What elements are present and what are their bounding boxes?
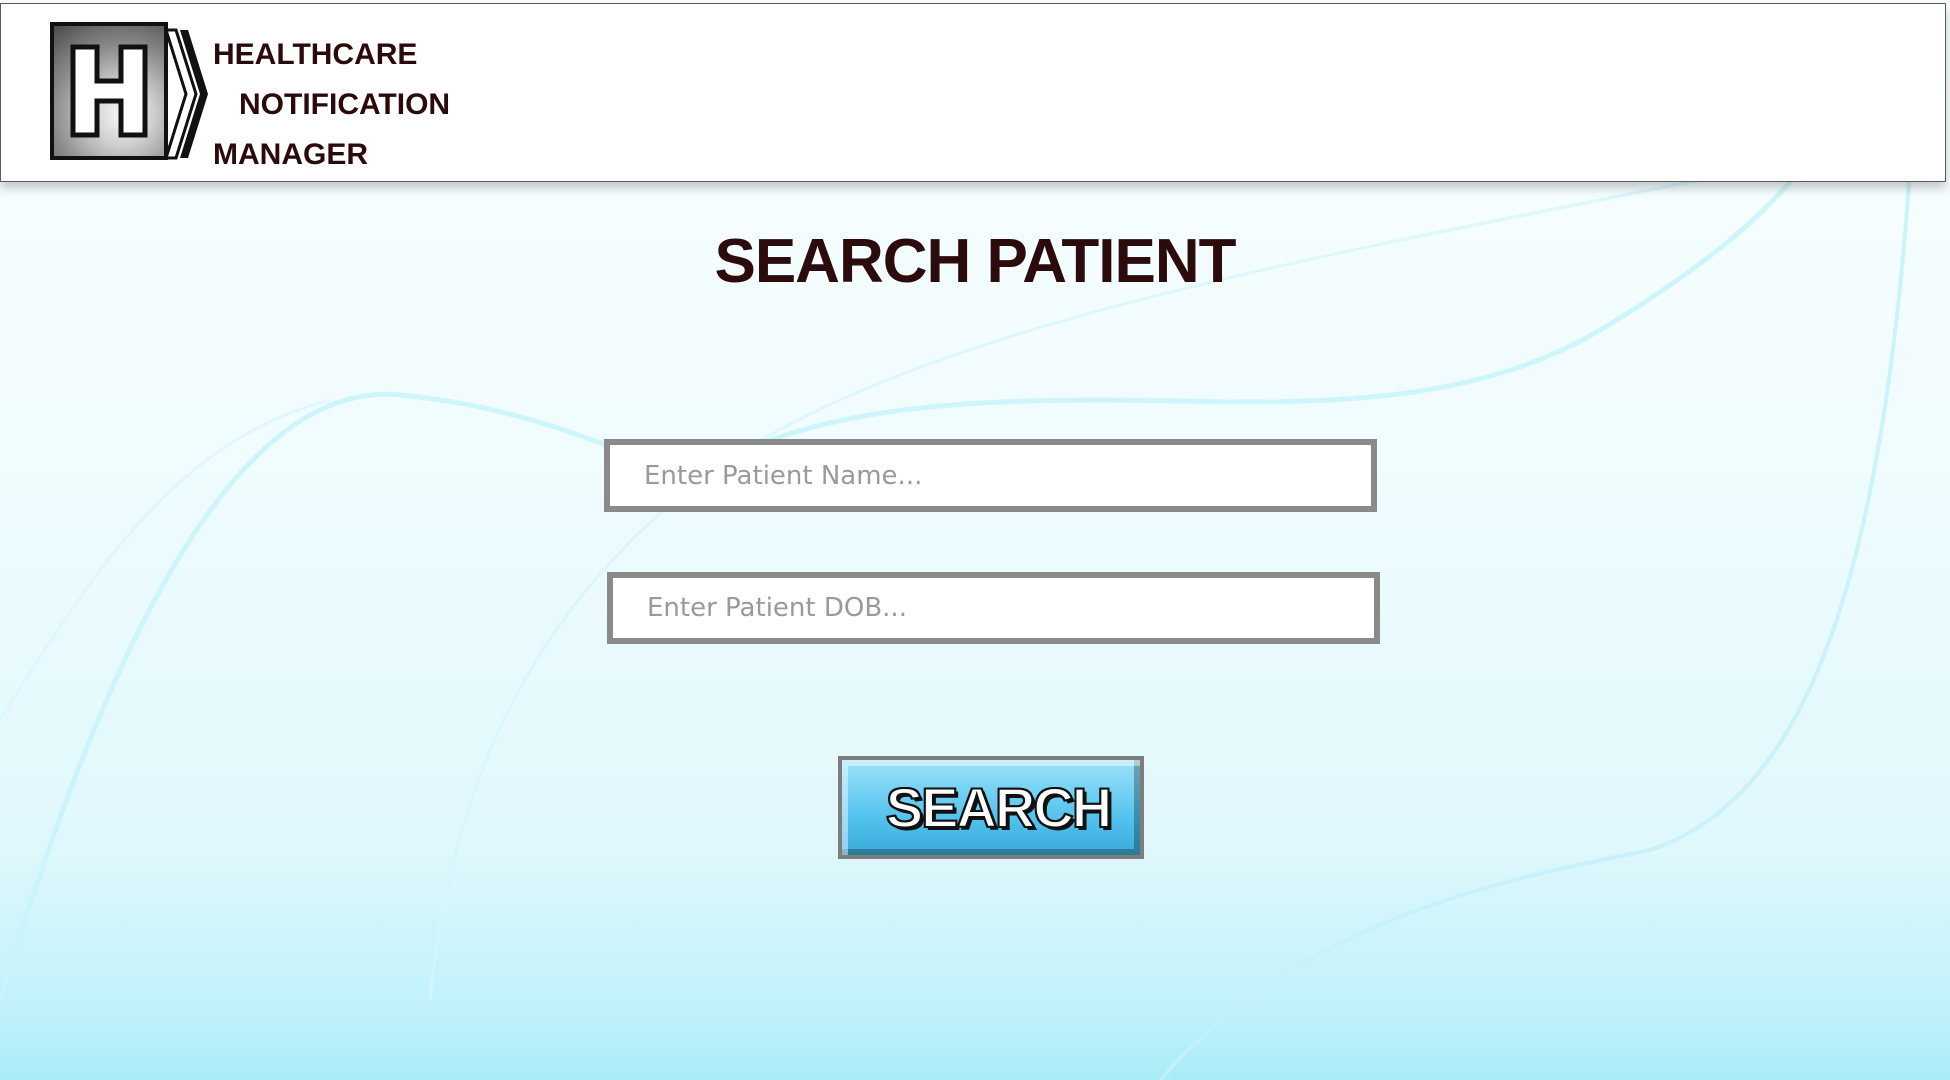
search-button-label: SEARCH [885, 775, 1113, 840]
app-name-line-2: NOTIFICATION [239, 88, 451, 121]
app-header: HEALTHCARE NOTIFICATION MANAGER [0, 3, 1946, 182]
logo-chevron-icon [166, 28, 208, 160]
patient-name-input[interactable] [604, 439, 1377, 512]
search-button[interactable]: SEARCH [838, 756, 1144, 859]
patient-dob-input[interactable] [607, 572, 1380, 644]
app-name-line-3: MANAGER [213, 138, 368, 171]
app-name-line-1: HEALTHCARE [213, 38, 418, 71]
page-title: SEARCH PATIENT [714, 227, 1236, 296]
letter-h-glyph [70, 44, 148, 138]
app-name: HEALTHCARE NOTIFICATION MANAGER [213, 30, 450, 180]
hospital-logo-icon [50, 22, 168, 160]
